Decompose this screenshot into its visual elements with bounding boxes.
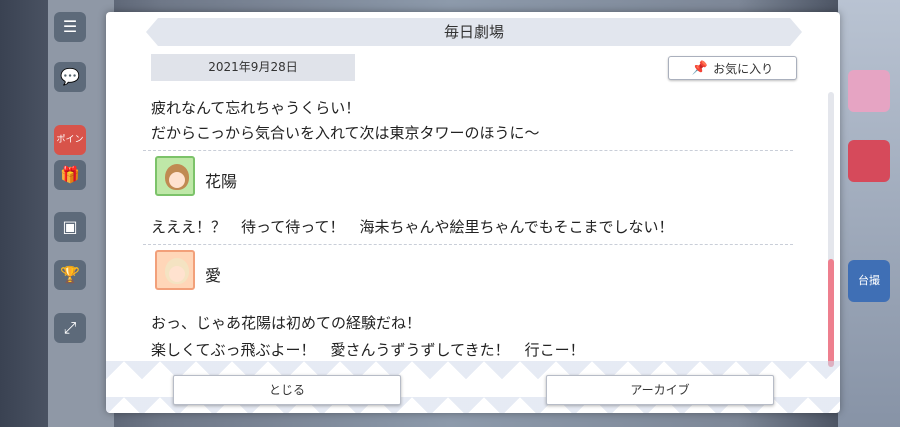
dialog-title: 毎日劇場 bbox=[146, 18, 802, 46]
scrollbar-thumb[interactable] bbox=[828, 259, 834, 367]
gift-icon[interactable]: 🎁 bbox=[54, 160, 86, 190]
right-background-panel bbox=[838, 0, 900, 427]
pin-icon: 📌 bbox=[691, 60, 709, 76]
archive-button[interactable]: アーカイブ bbox=[546, 375, 774, 405]
close-button[interactable]: とじる bbox=[173, 375, 401, 405]
daily-theater-dialog: 毎日劇場 2021年9月28日 📌 お気に入り 疲れなんて忘れちゃうくらい！ だ… bbox=[106, 12, 840, 413]
avatar-hanayo bbox=[155, 156, 195, 196]
chat-icon[interactable]: 💬 bbox=[54, 62, 86, 92]
favorite-button[interactable]: 📌 お気に入り bbox=[668, 56, 797, 80]
dialogue-line: だからこっから気合いを入れて次は東京タワーのほうに〜 bbox=[151, 124, 540, 142]
menu-icon[interactable]: ☰ bbox=[54, 12, 86, 42]
speaker-name: 愛 bbox=[205, 266, 222, 285]
avatar-ai bbox=[155, 250, 195, 290]
dialogue-line: おっ、じゃあ花陽は初めての経験だね！ bbox=[151, 314, 422, 332]
favorite-label: お気に入り bbox=[713, 61, 774, 76]
divider bbox=[143, 244, 793, 245]
dialogue-line: 楽しくてぶっ飛ぶよー！ 愛さんうずうずしてきた！ 行こー！ bbox=[151, 341, 585, 358]
dialogue-log[interactable]: 疲れなんて忘れちゃうくらい！ だからこっから気合いを入れて次は東京タワーのほうに… bbox=[143, 86, 793, 358]
trophy-icon[interactable]: 🏆 bbox=[54, 260, 86, 290]
expand-icon[interactable]: ⤢ bbox=[54, 313, 86, 343]
speaker-name: 花陽 bbox=[205, 172, 238, 191]
dialogue-line: えええ！？ 待って待って！ 海未ちゃんや絵里ちゃんでもそこまでしない！ bbox=[151, 218, 674, 236]
divider bbox=[143, 150, 793, 151]
dialogue-line: 疲れなんて忘れちゃうくらい！ bbox=[151, 99, 361, 117]
date-label: 2021年9月28日 bbox=[151, 54, 355, 81]
event-banner[interactable] bbox=[848, 70, 890, 112]
scrollbar[interactable] bbox=[828, 92, 834, 367]
point-badge[interactable]: ポイント bbox=[54, 125, 86, 175]
location-label[interactable]: 台撮 bbox=[848, 260, 890, 302]
notice-banner[interactable] bbox=[848, 140, 890, 182]
screen-icon[interactable]: ▣ bbox=[54, 212, 86, 242]
